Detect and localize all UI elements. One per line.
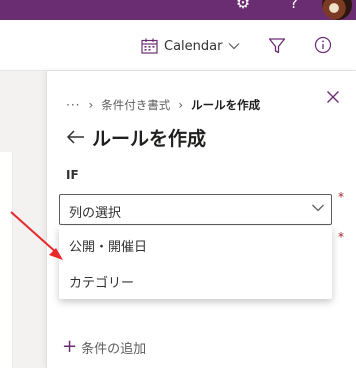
page-title: ルールを作成	[92, 127, 207, 150]
panel-title: ルールを作成	[66, 124, 206, 150]
column-select-value: 列の選択	[69, 206, 122, 221]
dropdown-option-category[interactable]: カテゴリー	[69, 272, 134, 291]
chevron-down-icon	[229, 43, 240, 50]
filter-icon[interactable]	[267, 36, 287, 56]
column-dropdown-menu: 公開・開催日 カテゴリー	[59, 226, 332, 299]
chevron-right-icon: ›	[178, 98, 184, 112]
add-condition-label: 条件の追加	[81, 341, 147, 357]
info-icon[interactable]	[314, 36, 332, 54]
calendar-icon	[141, 38, 158, 54]
avatar[interactable]	[322, 0, 352, 20]
required-mark: *	[338, 190, 344, 204]
chevron-down-icon	[312, 204, 324, 212]
back-arrow-icon[interactable]	[66, 129, 86, 145]
close-icon[interactable]	[326, 90, 340, 104]
breadcrumb-ellipsis[interactable]: ···	[66, 98, 80, 112]
dropdown-option-publish-date[interactable]: 公開・開催日	[69, 236, 147, 255]
column-select[interactable]: 列の選択	[59, 194, 332, 225]
calendar-view-selector[interactable]: Calendar	[141, 37, 240, 55]
list-card	[0, 152, 13, 368]
gear-icon[interactable]: ⚙	[234, 0, 252, 12]
add-condition-button[interactable]: + 条件の追加	[62, 336, 147, 357]
plus-icon: +	[62, 336, 78, 357]
breadcrumb: ··· › 条件付き書式 › ルールを作成	[66, 96, 260, 114]
breadcrumb-current: ルールを作成	[191, 98, 261, 112]
command-bar: Calendar	[0, 20, 356, 71]
chevron-right-icon: ›	[88, 98, 94, 112]
breadcrumb-parent[interactable]: 条件付き書式	[101, 97, 170, 113]
calendar-label: Calendar	[164, 38, 223, 54]
suite-bar: ⚙ ?	[0, 0, 356, 20]
help-icon[interactable]: ?	[287, 0, 301, 12]
if-label: IF	[66, 168, 79, 182]
required-mark: *	[338, 230, 344, 244]
